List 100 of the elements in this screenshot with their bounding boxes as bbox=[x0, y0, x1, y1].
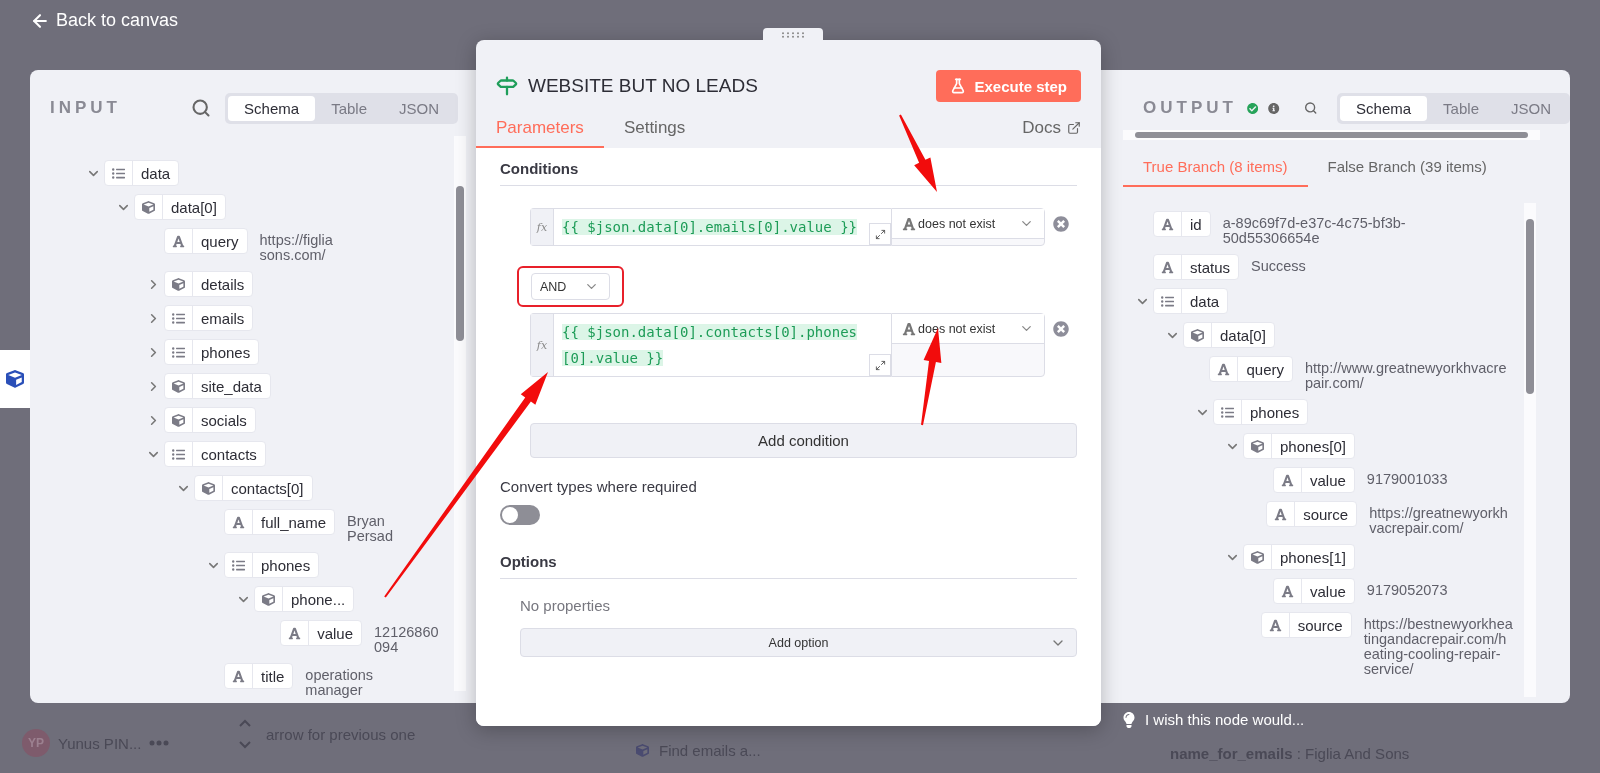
drag-handle-icon[interactable] bbox=[781, 32, 805, 38]
text-type-icon bbox=[232, 515, 245, 529]
field-key[interactable]: source bbox=[1266, 501, 1358, 527]
cube-icon bbox=[172, 277, 185, 291]
scrollbar[interactable] bbox=[454, 136, 466, 691]
back-button[interactable]: Back to canvas bbox=[30, 10, 179, 31]
cube-icon bbox=[172, 413, 185, 427]
field-value: https://figliasons.com/ bbox=[259, 231, 334, 263]
list-icon bbox=[1221, 405, 1234, 419]
cube-icon bbox=[262, 592, 275, 606]
expand-icon bbox=[874, 359, 886, 371]
section-heading: Options bbox=[500, 549, 1077, 579]
field-value: Bryan Persad bbox=[347, 512, 394, 544]
lightbulb-icon bbox=[1121, 711, 1137, 728]
field-value: 12126860094 bbox=[374, 623, 440, 655]
field-key[interactable]: socials bbox=[164, 407, 256, 433]
flask-icon bbox=[950, 78, 967, 94]
list-icon bbox=[112, 166, 125, 180]
text-type-icon bbox=[172, 234, 185, 248]
field-value: 9179052073 bbox=[1366, 581, 1448, 598]
field-key[interactable]: phones[1] bbox=[1243, 544, 1355, 570]
field-key[interactable]: phones bbox=[1213, 399, 1309, 425]
expand-button[interactable] bbox=[869, 223, 892, 245]
field-value: http://www.greatnewyorkhvacrepair.com/ bbox=[1305, 359, 1508, 391]
field-key[interactable]: id bbox=[1153, 211, 1211, 237]
scrollbar[interactable] bbox=[1123, 130, 1540, 140]
field-key[interactable]: value bbox=[280, 620, 363, 646]
cube-icon bbox=[202, 481, 215, 495]
field-key[interactable]: value bbox=[1273, 467, 1355, 493]
field-value: 9179001033 bbox=[1366, 470, 1448, 487]
cube-icon bbox=[1251, 439, 1264, 453]
field-key[interactable]: site_data bbox=[164, 373, 271, 399]
field-value: operations manager bbox=[305, 666, 375, 698]
cube-icon bbox=[636, 743, 649, 757]
toggle-switch[interactable] bbox=[500, 505, 540, 525]
field-key[interactable]: full_name bbox=[224, 509, 336, 535]
text-type-icon bbox=[1281, 584, 1294, 598]
remove-icon[interactable] bbox=[1052, 321, 1069, 337]
empty-note: No properties bbox=[520, 597, 612, 614]
feedback-link[interactable]: I wish this node would... bbox=[1121, 711, 1570, 728]
cube-icon bbox=[142, 200, 155, 214]
remove-icon[interactable] bbox=[1052, 216, 1069, 232]
tab[interactable]: Settings bbox=[603, 118, 706, 148]
text-type-icon bbox=[288, 626, 302, 640]
field-key[interactable]: phones bbox=[164, 339, 260, 365]
cube-icon bbox=[1191, 328, 1204, 342]
scrollbar[interactable] bbox=[1524, 203, 1536, 697]
field-key[interactable]: query bbox=[1209, 356, 1293, 382]
signpost-icon bbox=[496, 75, 518, 97]
search-icon[interactable] bbox=[191, 98, 212, 118]
text-type-icon bbox=[902, 216, 917, 231]
field-value: a-89c69f7d-e37c-4c75-bf3b-50d55306654e bbox=[1222, 214, 1407, 246]
cube-icon[interactable] bbox=[6, 370, 24, 388]
add-condition-button[interactable]: Add condition bbox=[530, 423, 1077, 458]
field-key[interactable]: emails bbox=[164, 305, 254, 331]
field-key[interactable]: data bbox=[1153, 288, 1229, 314]
operator-select[interactable]: does not exist bbox=[892, 209, 1044, 239]
text-type-icon bbox=[1217, 362, 1231, 376]
cube-icon bbox=[1251, 550, 1264, 564]
field-key[interactable]: query bbox=[164, 228, 248, 254]
field-key[interactable]: source bbox=[1260, 612, 1352, 638]
field-value: https://greatnewyorkhvacrepair.com/ bbox=[1369, 504, 1509, 536]
cube-icon bbox=[172, 379, 185, 393]
field-key[interactable]: data bbox=[104, 160, 180, 186]
text-type-icon bbox=[902, 321, 917, 336]
docs-link[interactable]: Docs bbox=[1022, 118, 1081, 138]
list-icon bbox=[172, 311, 185, 325]
list-icon bbox=[172, 345, 185, 359]
text-type-icon bbox=[232, 669, 245, 683]
field-key[interactable]: phones bbox=[224, 552, 320, 578]
field-key[interactable]: details bbox=[164, 271, 254, 297]
toggle-label: Convert types where required bbox=[500, 478, 698, 495]
operator-select[interactable]: does not exist bbox=[892, 314, 1044, 344]
field-key[interactable]: value bbox=[1273, 578, 1355, 604]
text-type-icon bbox=[1161, 217, 1174, 231]
field-key[interactable]: title bbox=[224, 663, 294, 689]
field-key[interactable]: data[0] bbox=[134, 194, 226, 220]
expand-icon bbox=[874, 228, 886, 240]
view-tab[interactable]: Schema bbox=[228, 95, 316, 121]
text-type-icon bbox=[1281, 473, 1294, 487]
list-icon bbox=[1161, 294, 1174, 308]
field-key[interactable]: contacts[0] bbox=[194, 475, 313, 501]
list-icon bbox=[172, 447, 185, 461]
node-title: WEBSITE BUT NO LEADS bbox=[528, 75, 759, 97]
text-type-icon bbox=[1274, 507, 1288, 521]
branch-tab[interactable]: False Branch (39 items) bbox=[1307, 158, 1507, 187]
external-link-icon bbox=[1067, 121, 1081, 135]
field-key[interactable]: phone... bbox=[254, 586, 355, 612]
field-key[interactable]: contacts bbox=[164, 441, 266, 467]
field-key[interactable]: data[0] bbox=[1183, 322, 1275, 348]
expand-button[interactable] bbox=[869, 354, 892, 376]
text-type-icon bbox=[1268, 618, 1282, 632]
panel-title: INPUT bbox=[50, 98, 121, 118]
field-key[interactable]: phones[0] bbox=[1243, 433, 1355, 459]
combinator-select[interactable]: AND bbox=[531, 273, 610, 300]
add-option-select[interactable]: Add option bbox=[520, 628, 1077, 657]
field-key[interactable]: status bbox=[1153, 254, 1240, 280]
view-tab[interactable]: Schema bbox=[1340, 95, 1428, 121]
text-type-icon bbox=[1161, 260, 1174, 274]
field-value: https://bestnewyorkheatingandacrepair.com/heating-cooling-repair-service/ bbox=[1363, 615, 1514, 677]
